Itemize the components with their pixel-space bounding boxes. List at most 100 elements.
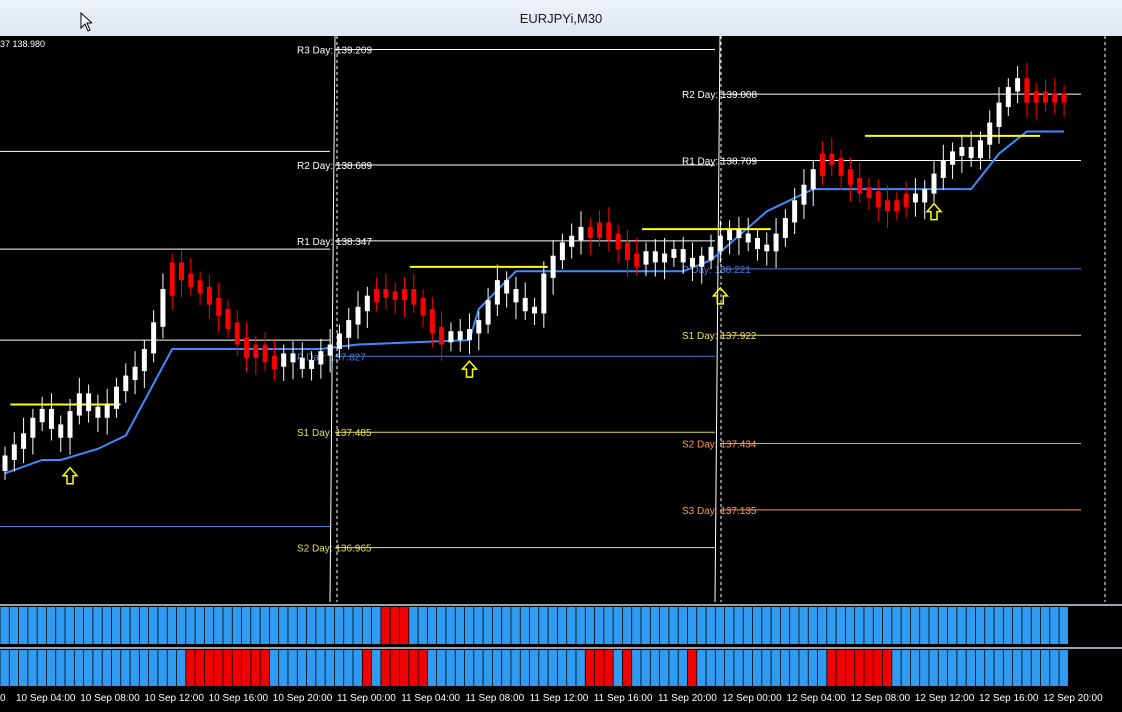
bull-candle — [123, 375, 129, 392]
indicator-bar-2 — [0, 650, 9, 686]
bull-candle — [662, 253, 668, 263]
indicator-bar-2 — [539, 650, 548, 686]
bear-candle — [383, 289, 389, 298]
indicator-bar-1 — [399, 607, 409, 644]
bear-candle — [894, 200, 900, 212]
indicator-bar-2 — [901, 650, 911, 686]
indicator-bar-2 — [269, 650, 279, 686]
indicator-bar-1 — [427, 607, 437, 644]
indicator-bar-1 — [269, 607, 279, 644]
indicator-bar-1 — [344, 607, 353, 644]
indicator-bar-1 — [622, 607, 632, 644]
indicator-bar-2 — [84, 650, 93, 686]
indicator-bar-1 — [678, 607, 688, 644]
bear-candle — [216, 297, 222, 316]
indicator-bar-1 — [28, 607, 37, 644]
indicator-bar-2 — [855, 650, 864, 686]
indicator-bar-2 — [111, 650, 121, 686]
bear-candle — [624, 242, 630, 261]
indicator-bar-2 — [316, 650, 325, 686]
indicator-bar-2 — [669, 650, 678, 686]
indicator-bar-1 — [1022, 607, 1031, 644]
indicator-bar-2 — [502, 650, 511, 686]
window-title: EURJPYi,M30 — [519, 11, 603, 26]
indicator-bar-2 — [251, 650, 260, 686]
indicator-bar-1 — [827, 607, 836, 644]
indicator-bar-2 — [659, 650, 669, 686]
indicator-bar-2 — [817, 650, 827, 686]
indicator-bar-2 — [121, 650, 130, 686]
indicator-bar-2 — [232, 650, 242, 686]
indicator-bar-2 — [938, 650, 948, 686]
bull-candle — [141, 348, 147, 372]
indicator-bar-2 — [613, 650, 623, 686]
indicator-bar-2 — [678, 650, 688, 686]
bull-candle — [132, 366, 138, 381]
bull-candle — [950, 151, 956, 165]
indicator-bar-2 — [46, 650, 56, 686]
indicator-bar-1 — [771, 607, 780, 644]
indicator-bar-2 — [260, 650, 270, 686]
bull-candle — [996, 102, 1002, 128]
indicator-bar-2 — [715, 650, 725, 686]
bull-candle — [364, 295, 370, 312]
indicator-bar-2 — [920, 650, 929, 686]
indicator-bar-2 — [827, 650, 836, 686]
indicator-bar-1 — [520, 607, 530, 644]
bull-candle — [745, 233, 751, 243]
bear-candle — [244, 337, 250, 358]
indicator-bar-2 — [288, 650, 297, 686]
bull-candle — [578, 226, 584, 241]
indicator-bar-1 — [790, 607, 799, 644]
indicator-bar-1 — [892, 607, 901, 644]
indicator-bar-2 — [957, 650, 966, 686]
bull-candle — [559, 242, 565, 261]
indicator-bar-1 — [279, 607, 288, 644]
indicator-bar-1 — [1050, 607, 1059, 644]
bull-candle — [1015, 78, 1021, 92]
indicator-bar-2 — [743, 650, 753, 686]
indicator-bar-2 — [1003, 650, 1013, 686]
indicator-bar-1 — [511, 607, 520, 644]
x-axis-label: 11 Sep 16:00 — [594, 693, 653, 704]
bear-candle — [615, 233, 621, 250]
indicator-bar-1 — [706, 607, 715, 644]
indicator-bar-2 — [706, 650, 715, 686]
indicator-bar-1 — [650, 607, 660, 644]
bull-candle — [327, 344, 333, 356]
indicator-bar-1 — [372, 607, 381, 644]
bull-candle — [48, 408, 54, 429]
indicator-bar-1 — [297, 607, 307, 644]
x-axis-label: 12 Sep 20:00 — [1043, 693, 1103, 704]
bull-candle — [773, 233, 779, 252]
indicator-bar-2 — [483, 650, 492, 686]
bear-candle — [1024, 78, 1030, 103]
bull-candle — [355, 306, 361, 325]
bull-candle — [448, 331, 454, 343]
window-title-bar: EURJPYi,M30 — [0, 0, 1122, 37]
indicator-bar-1 — [780, 607, 790, 644]
bear-candle — [411, 289, 417, 305]
indicator-bar-1 — [734, 607, 743, 644]
x-axis-label: 10 Sep 08:00 — [80, 693, 140, 704]
bull-candle — [550, 255, 556, 278]
indicator-bar-2 — [353, 650, 362, 686]
price-chart[interactable]: 37 138.980 R3 Day: 139.209R2 Day: 138.68… — [0, 36, 1122, 712]
indicator-bar-2 — [910, 650, 920, 686]
indicator-bar-1 — [1003, 607, 1013, 644]
bear-candle — [262, 344, 268, 363]
bull-candle — [708, 246, 714, 261]
indicator-bar-2 — [455, 650, 465, 686]
indicator-bar-2 — [632, 650, 641, 686]
indicator-bar-2 — [437, 650, 446, 686]
indicator-bar-1 — [288, 607, 297, 644]
indicator-bar-1 — [186, 607, 195, 644]
indicator-bar-1 — [585, 607, 595, 644]
indicator-bar-1 — [223, 607, 232, 644]
bull-candle — [1005, 87, 1011, 108]
x-axis-label: 12 Sep 04:00 — [786, 693, 846, 704]
indicator-bar-2 — [223, 650, 232, 686]
indicator-bar-2 — [650, 650, 660, 686]
x-axis-label: 11 Sep 12:00 — [530, 693, 589, 704]
x-axis-label: 11 Sep 00:00 — [337, 693, 396, 704]
